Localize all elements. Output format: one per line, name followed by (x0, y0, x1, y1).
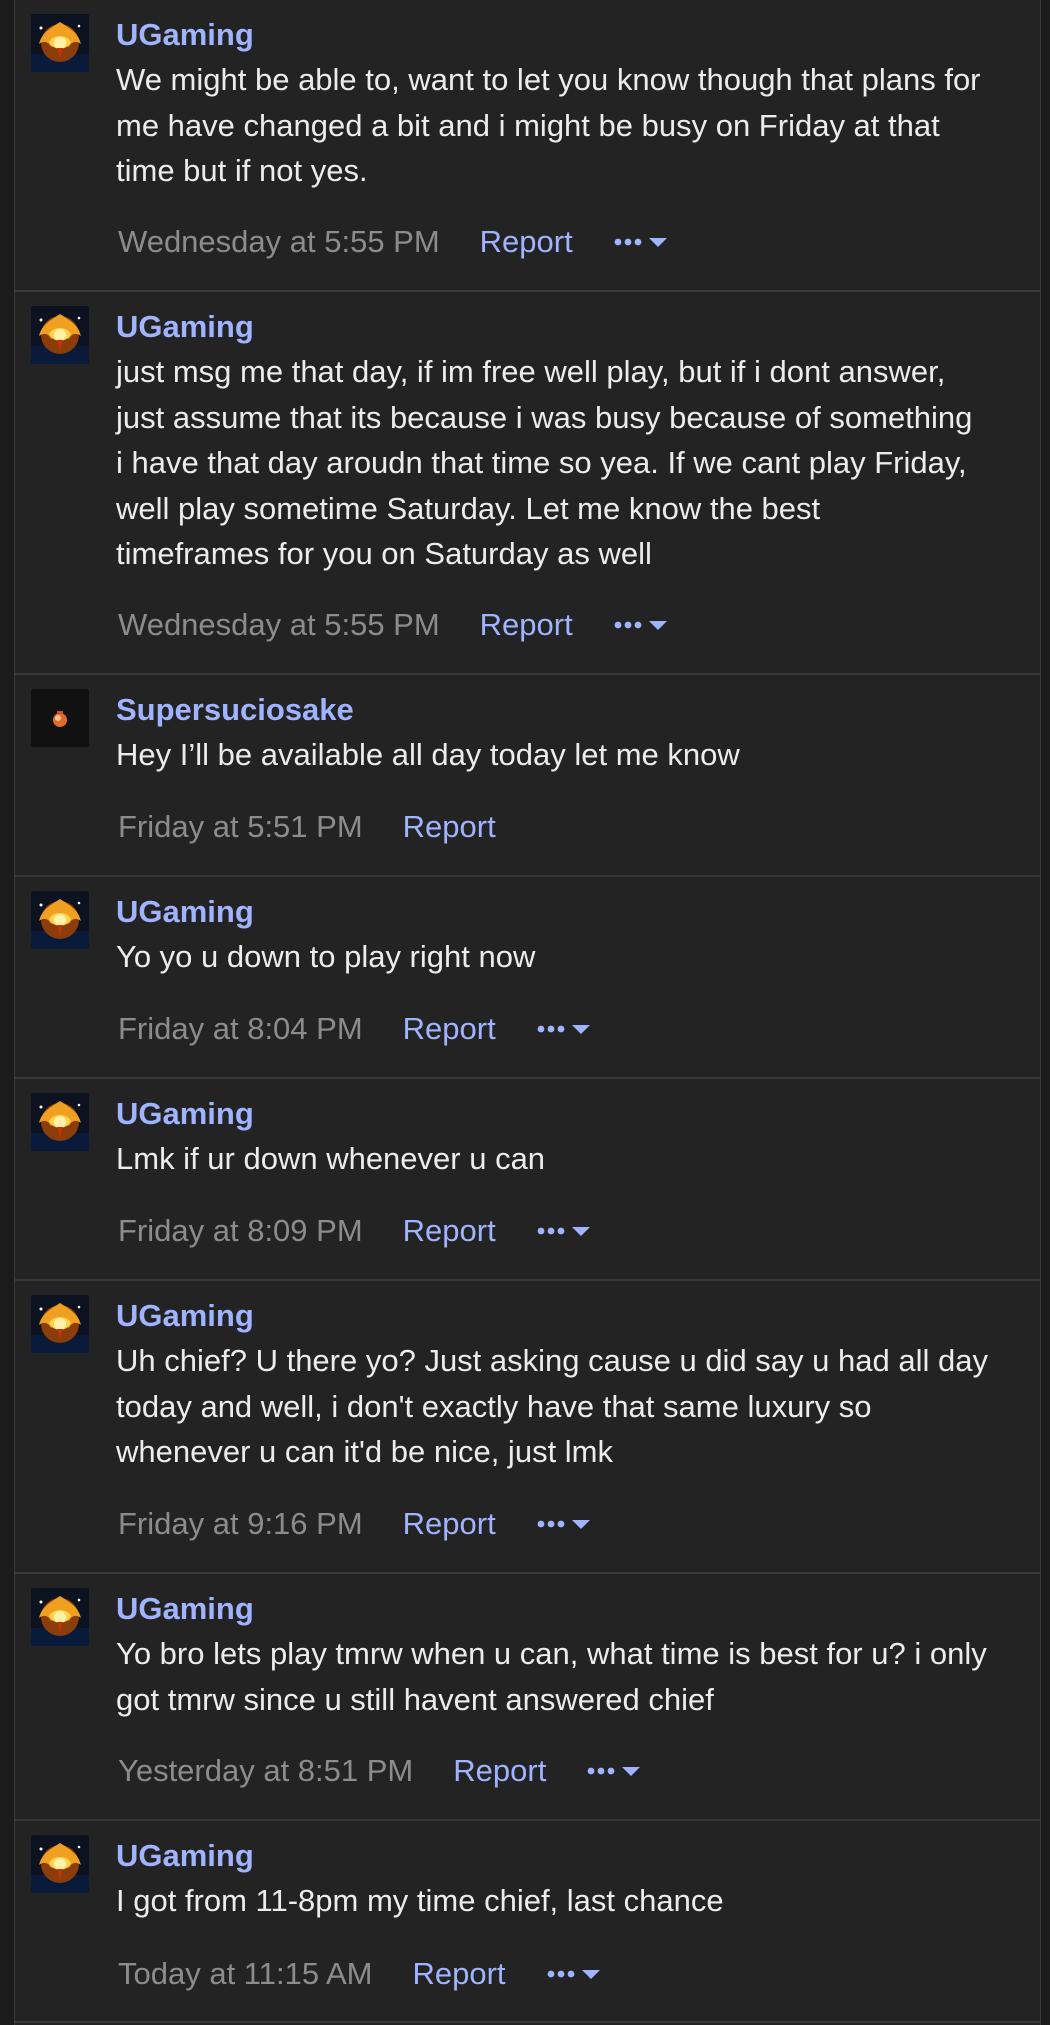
more-options-button[interactable] (614, 234, 674, 250)
ugaming-avatar-image (31, 1093, 89, 1151)
timestamp[interactable]: Friday at 9:16 PM (118, 1506, 363, 1542)
message: UGaming I got from 11-8pm my time chief,… (15, 1821, 1040, 2023)
timestamp[interactable]: Wednesday at 5:55 PM (118, 607, 440, 643)
timestamp[interactable]: Yesterday at 8:51 PM (118, 1753, 413, 1789)
ellipsis-caret-icon (614, 621, 667, 630)
message-thread: UGaming We might be able to, want to let… (14, 0, 1041, 2025)
username-link[interactable]: UGaming (116, 14, 1026, 56)
supersuciosake-avatar-image (31, 689, 89, 747)
message-content: Supersuciosake Hey I’ll be available all… (116, 689, 1026, 778)
more-options-button[interactable] (614, 617, 674, 633)
more-options-button[interactable] (537, 1223, 597, 1239)
message-content: UGaming Lmk if ur down whenever u can (116, 1093, 1026, 1182)
message: Supersuciosake Hey I’ll be available all… (15, 675, 1040, 877)
ugaming-avatar[interactable] (31, 1295, 89, 1353)
message-content: UGaming Uh chief? U there yo? Just askin… (116, 1295, 1026, 1475)
message: UGaming Yo bro lets play tmrw when u can… (15, 1574, 1040, 1821)
ugaming-avatar-image (31, 14, 89, 72)
report-link[interactable]: Report (412, 1956, 505, 1992)
message: UGaming We might be able to, want to let… (15, 0, 1040, 292)
more-options-button[interactable] (547, 1966, 607, 1982)
message: UGaming Yo yo u down to play right now F… (15, 877, 1040, 1079)
timestamp[interactable]: Friday at 8:09 PM (118, 1213, 363, 1249)
ellipsis-caret-icon (547, 1970, 600, 1979)
username-link[interactable]: UGaming (116, 306, 1026, 348)
more-options-button[interactable] (587, 1763, 647, 1779)
ellipsis-caret-icon (537, 1227, 590, 1236)
message-meta: Yesterday at 8:51 PM Report (118, 1750, 647, 1792)
message-text: Uh chief? U there yo? Just asking cause … (116, 1343, 988, 1469)
timestamp[interactable]: Wednesday at 5:55 PM (118, 224, 440, 260)
message-content: UGaming just msg me that day, if im free… (116, 306, 1026, 577)
report-link[interactable]: Report (403, 1213, 496, 1249)
message-content: UGaming I got from 11-8pm my time chief,… (116, 1835, 1026, 1924)
report-link[interactable]: Report (403, 809, 496, 845)
timestamp[interactable]: Today at 11:15 AM (118, 1956, 372, 1992)
message-meta: Wednesday at 5:55 PM Report (118, 604, 674, 646)
message-meta: Friday at 9:16 PM Report (118, 1503, 597, 1545)
report-link[interactable]: Report (480, 607, 573, 643)
message: UGaming Lmk if ur down whenever u can Fr… (15, 1079, 1040, 1281)
message-text: Lmk if ur down whenever u can (116, 1141, 546, 1176)
ugaming-avatar-image (31, 891, 89, 949)
ellipsis-caret-icon (537, 1520, 590, 1529)
username-link[interactable]: Supersuciosake (116, 689, 1026, 731)
ugaming-avatar[interactable] (31, 1835, 89, 1893)
message-text: Hey I’ll be available all day today let … (116, 737, 740, 772)
ugaming-avatar[interactable] (31, 306, 89, 364)
report-link[interactable]: Report (453, 1753, 546, 1789)
username-link[interactable]: UGaming (116, 891, 1026, 933)
ugaming-avatar-image (31, 1835, 89, 1893)
ugaming-avatar-image (31, 1295, 89, 1353)
message-meta: Friday at 8:04 PM Report (118, 1008, 597, 1050)
more-options-button[interactable] (537, 1021, 597, 1037)
message-text: just msg me that day, if im free well pl… (116, 354, 973, 571)
username-link[interactable]: UGaming (116, 1835, 1026, 1877)
timestamp[interactable]: Friday at 8:04 PM (118, 1011, 363, 1047)
message-content: UGaming We might be able to, want to let… (116, 14, 1026, 194)
message-content: UGaming Yo bro lets play tmrw when u can… (116, 1588, 1026, 1722)
message-text: We might be able to, want to let you kno… (116, 62, 981, 188)
ellipsis-caret-icon (614, 238, 667, 247)
ugaming-avatar[interactable] (31, 891, 89, 949)
report-link[interactable]: Report (480, 224, 573, 260)
ugaming-avatar-image (31, 306, 89, 364)
message-text: Yo yo u down to play right now (116, 939, 536, 974)
message-meta: Friday at 8:09 PM Report (118, 1210, 597, 1252)
message: UGaming Uh chief? U there yo? Just askin… (15, 1281, 1040, 1574)
ellipsis-caret-icon (537, 1025, 590, 1034)
report-link[interactable]: Report (403, 1506, 496, 1542)
supersuciosake-avatar[interactable] (31, 689, 89, 747)
ugaming-avatar[interactable] (31, 14, 89, 72)
message-text: Yo bro lets play tmrw when u can, what t… (116, 1636, 987, 1717)
ugaming-avatar[interactable] (31, 1093, 89, 1151)
more-options-button[interactable] (537, 1516, 597, 1532)
ugaming-avatar[interactable] (31, 1588, 89, 1646)
message-meta: Today at 11:15 AM Report (118, 1953, 607, 1995)
username-link[interactable]: UGaming (116, 1093, 1026, 1135)
username-link[interactable]: UGaming (116, 1588, 1026, 1630)
timestamp[interactable]: Friday at 5:51 PM (118, 809, 363, 845)
report-link[interactable]: Report (403, 1011, 496, 1047)
ugaming-avatar-image (31, 1588, 89, 1646)
message-text: I got from 11-8pm my time chief, last ch… (116, 1883, 724, 1918)
message-meta: Friday at 5:51 PM Report (118, 806, 496, 848)
message-meta: Wednesday at 5:55 PM Report (118, 221, 674, 263)
message: UGaming just msg me that day, if im free… (15, 292, 1040, 675)
username-link[interactable]: UGaming (116, 1295, 1026, 1337)
message-content: UGaming Yo yo u down to play right now (116, 891, 1026, 980)
ellipsis-caret-icon (587, 1767, 641, 1776)
